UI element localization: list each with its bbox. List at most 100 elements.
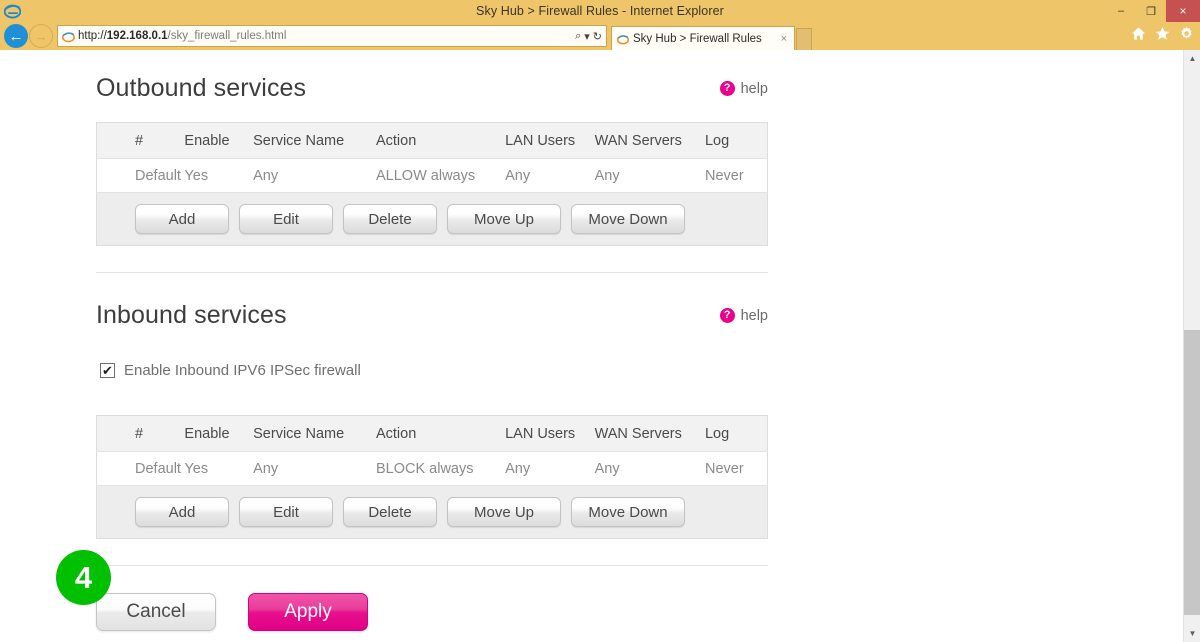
browser-toolbar-icons bbox=[1131, 26, 1194, 41]
address-bar-icons: ⌕ ▾ ↻ bbox=[575, 30, 602, 43]
chevron-down-icon[interactable]: ▾ bbox=[584, 30, 590, 43]
inbound-cell-action: BLOCK always bbox=[375, 451, 506, 486]
tab-strip: Sky Hub > Firewall Rules × bbox=[611, 22, 812, 50]
inbound-col-wan: WAN Servers bbox=[594, 415, 705, 452]
outbound-header-row: # Enable Service Name Action LAN Users W… bbox=[96, 122, 768, 159]
navigation-bar: ← → http://192.168.0.1/sky_firewall_rule… bbox=[0, 22, 1200, 50]
cancel-button[interactable]: Cancel bbox=[96, 593, 216, 631]
ie-browser-window: Sky Hub > Firewall Rules - Internet Expl… bbox=[0, 0, 1200, 642]
step-badge-4: 4 bbox=[56, 550, 111, 605]
window-controls: – ❐ × bbox=[1106, 0, 1200, 22]
inbound-section-header: Inbound services ? help bbox=[96, 301, 768, 330]
refresh-icon[interactable]: ↻ bbox=[593, 30, 602, 43]
firewall-rules-page: Outbound services ? help # Enable Servic… bbox=[0, 50, 1183, 642]
inbound-button-row: Add Edit Delete Move Up Move Down bbox=[96, 485, 768, 539]
minimize-button[interactable]: – bbox=[1106, 0, 1136, 22]
outbound-table-head: # Enable Service Name Action LAN Users W… bbox=[96, 122, 768, 159]
inbound-edit-button[interactable]: Edit bbox=[239, 497, 333, 527]
tab-title: Sky Hub > Firewall Rules bbox=[633, 32, 762, 45]
home-icon[interactable] bbox=[1131, 26, 1146, 41]
outbound-move-up-button[interactable]: Move Up bbox=[447, 204, 561, 234]
outbound-cell-action: ALLOW always bbox=[375, 158, 506, 193]
outbound-col-log: Log bbox=[704, 122, 768, 159]
outbound-title: Outbound services bbox=[96, 74, 307, 102]
url-protocol: http:// bbox=[78, 30, 107, 42]
page-viewport: Outbound services ? help # Enable Servic… bbox=[0, 50, 1200, 642]
inbound-cell-wan: Any bbox=[594, 451, 705, 486]
table-row[interactable]: Default Yes Any ALLOW always Any Any Nev… bbox=[96, 158, 768, 193]
search-icon[interactable]: ⌕ bbox=[575, 30, 581, 43]
inbound-header-row: # Enable Service Name Action LAN Users W… bbox=[96, 415, 768, 452]
tab-favicon-icon bbox=[617, 34, 629, 44]
tab-firewall-rules[interactable]: Sky Hub > Firewall Rules × bbox=[611, 26, 795, 50]
inbound-col-service: Service Name bbox=[253, 415, 376, 452]
forward-button[interactable]: → bbox=[29, 24, 53, 48]
inbound-help-label: help bbox=[740, 307, 768, 324]
outbound-action-buttons: Add Edit Delete Move Up Move Down bbox=[135, 204, 767, 234]
outbound-help-link[interactable]: ? help bbox=[719, 80, 768, 97]
outbound-move-down-button[interactable]: Move Down bbox=[571, 204, 685, 234]
help-question-icon: ? bbox=[719, 81, 735, 96]
internet-explorer-logo-icon bbox=[4, 4, 21, 19]
outbound-services-table: # Enable Service Name Action LAN Users W… bbox=[96, 122, 768, 246]
page-scrollbar[interactable]: ▲ ▼ bbox=[1183, 50, 1200, 642]
outbound-edit-button[interactable]: Edit bbox=[239, 204, 333, 234]
inbound-move-down-button[interactable]: Move Down bbox=[571, 497, 685, 527]
inbound-cell-num: Default bbox=[96, 451, 185, 486]
window-title: Sky Hub > Firewall Rules - Internet Expl… bbox=[476, 4, 724, 18]
gear-icon[interactable] bbox=[1179, 26, 1194, 41]
outbound-help-label: help bbox=[740, 80, 768, 97]
inbound-col-enable: Enable bbox=[184, 415, 254, 452]
apply-button[interactable]: Apply bbox=[248, 593, 368, 631]
inbound-move-up-button[interactable]: Move Up bbox=[447, 497, 561, 527]
inbound-action-buttons: Add Edit Delete Move Up Move Down bbox=[135, 497, 767, 527]
outbound-buttons-cell: Add Edit Delete Move Up Move Down bbox=[96, 192, 768, 246]
inbound-table-body: Default Yes Any BLOCK always Any Any Nev… bbox=[96, 451, 768, 539]
tab-close-icon[interactable]: × bbox=[778, 33, 790, 45]
ipv6-ipsec-firewall-label: Enable Inbound IPV6 IPSec firewall bbox=[124, 362, 361, 379]
page-favicon-icon bbox=[62, 31, 75, 42]
outbound-cell-wan: Any bbox=[594, 158, 705, 193]
inbound-col-num: # bbox=[96, 415, 185, 452]
ipv6-ipsec-firewall-row[interactable]: ✔ Enable Inbound IPV6 IPSec firewall bbox=[100, 362, 1183, 379]
url-host: 192.168.0.1 bbox=[106, 30, 168, 42]
outbound-col-lan: LAN Users bbox=[505, 122, 595, 159]
outbound-col-wan: WAN Servers bbox=[594, 122, 705, 159]
table-row[interactable]: Default Yes Any BLOCK always Any Any Nev… bbox=[96, 451, 768, 486]
restore-button[interactable]: ❐ bbox=[1136, 0, 1166, 22]
url-path: /sky_firewall_rules.html bbox=[167, 30, 287, 42]
scrollbar-thumb[interactable] bbox=[1184, 330, 1200, 615]
outbound-table-body: Default Yes Any ALLOW always Any Any Nev… bbox=[96, 158, 768, 246]
title-bar: Sky Hub > Firewall Rules - Internet Expl… bbox=[0, 0, 1200, 22]
inbound-help-link[interactable]: ? help bbox=[719, 307, 768, 324]
footer-buttons: Cancel Apply bbox=[96, 593, 1183, 631]
outbound-section-header: Outbound services ? help bbox=[96, 74, 768, 103]
inbound-cell-lan: Any bbox=[505, 451, 595, 486]
inbound-col-lan: LAN Users bbox=[505, 415, 595, 452]
address-bar[interactable]: http://192.168.0.1/sky_firewall_rules.ht… bbox=[57, 25, 607, 47]
outbound-cell-service: Any bbox=[253, 158, 376, 193]
back-button[interactable]: ← bbox=[4, 24, 28, 48]
outbound-add-button[interactable]: Add bbox=[135, 204, 229, 234]
inbound-services-table: # Enable Service Name Action LAN Users W… bbox=[96, 415, 768, 539]
scroll-down-icon[interactable]: ▼ bbox=[1184, 625, 1200, 642]
star-icon[interactable] bbox=[1155, 26, 1170, 41]
scroll-up-icon[interactable]: ▲ bbox=[1184, 50, 1200, 67]
close-button[interactable]: × bbox=[1166, 0, 1200, 22]
outbound-button-row: Add Edit Delete Move Up Move Down bbox=[96, 192, 768, 246]
inbound-title: Inbound services bbox=[96, 301, 287, 329]
ipv6-ipsec-firewall-checkbox[interactable]: ✔ bbox=[100, 363, 115, 378]
inbound-col-log: Log bbox=[704, 415, 768, 452]
outbound-cell-enable: Yes bbox=[184, 158, 254, 193]
new-tab-button[interactable] bbox=[796, 28, 812, 50]
inbound-add-button[interactable]: Add bbox=[135, 497, 229, 527]
outbound-col-service: Service Name bbox=[253, 122, 376, 159]
inbound-table-head: # Enable Service Name Action LAN Users W… bbox=[96, 415, 768, 452]
inbound-delete-button[interactable]: Delete bbox=[343, 497, 437, 527]
outbound-col-action: Action bbox=[375, 122, 506, 159]
help-question-icon: ? bbox=[719, 308, 735, 323]
address-url[interactable]: http://192.168.0.1/sky_firewall_rules.ht… bbox=[78, 30, 575, 42]
inbound-cell-enable: Yes bbox=[184, 451, 254, 486]
outbound-col-num: # bbox=[96, 122, 185, 159]
outbound-delete-button[interactable]: Delete bbox=[343, 204, 437, 234]
